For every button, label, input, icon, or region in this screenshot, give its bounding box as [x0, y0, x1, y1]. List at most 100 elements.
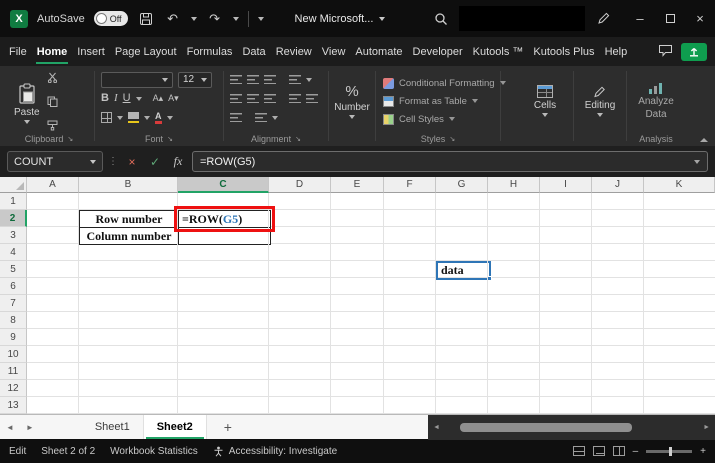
middle-align-icon[interactable]: [247, 75, 259, 84]
column-header[interactable]: D: [269, 177, 331, 193]
scroll-left-icon[interactable]: ◄: [433, 424, 440, 431]
menu-tab[interactable]: Data: [237, 37, 270, 66]
row-header[interactable]: 12: [0, 380, 27, 397]
sheet-tab[interactable]: Sheet2: [143, 415, 207, 439]
row-header[interactable]: 13: [0, 397, 27, 414]
row-header[interactable]: 5: [0, 261, 27, 278]
grid-canvas[interactable]: Row number =ROW(G5) Column number data: [27, 193, 715, 414]
align-center-icon[interactable]: [247, 94, 259, 103]
save-icon[interactable]: [137, 10, 155, 28]
autosave-toggle[interactable]: Off: [93, 11, 128, 26]
cut-icon[interactable]: [47, 70, 58, 88]
close-button[interactable]: ×: [685, 0, 715, 37]
zoom-in-button[interactable]: +: [700, 446, 706, 457]
borders-icon[interactable]: [101, 112, 112, 123]
cells-button[interactable]: Cells: [520, 82, 570, 120]
column-header[interactable]: H: [488, 177, 540, 193]
styles-dialog-launcher-icon[interactable]: ↘: [449, 135, 455, 143]
menu-tab[interactable]: View: [317, 37, 351, 66]
name-box[interactable]: COUNT: [7, 151, 103, 172]
row-header[interactable]: 10: [0, 346, 27, 363]
column-header[interactable]: K: [644, 177, 715, 193]
workbook-statistics-button[interactable]: Workbook Statistics: [110, 446, 198, 457]
style-button[interactable]: Conditional Formatting: [379, 74, 506, 92]
font-dialog-launcher-icon[interactable]: ↘: [167, 135, 173, 143]
redo-icon[interactable]: ↷: [206, 10, 224, 28]
grow-font-icon[interactable]: A▴: [153, 94, 164, 103]
editing-button[interactable]: Editing: [577, 82, 623, 120]
analyze-data-button[interactable]: Analyze Data: [630, 70, 682, 132]
merge-center-chevron-down-icon[interactable]: [272, 115, 278, 120]
pen-icon[interactable]: [594, 10, 612, 28]
cell-C2-formula[interactable]: =ROW(G5): [178, 210, 271, 228]
select-all-corner[interactable]: [0, 177, 27, 193]
document-title-area[interactable]: New Microsoft...: [295, 13, 386, 25]
column-header[interactable]: A: [27, 177, 79, 193]
menu-tab[interactable]: File: [4, 37, 32, 66]
italic-button[interactable]: I: [114, 93, 118, 104]
row-header[interactable]: 1: [0, 193, 27, 210]
collapse-ribbon-icon[interactable]: [700, 138, 708, 142]
zoom-slider-thumb[interactable]: [669, 446, 673, 456]
sheet-tab[interactable]: Sheet1: [82, 415, 144, 439]
previous-sheet-icon[interactable]: ◄: [0, 423, 20, 432]
decrease-indent-icon[interactable]: [289, 94, 301, 103]
search-icon[interactable]: [432, 10, 450, 28]
row-header[interactable]: 4: [0, 244, 27, 261]
number-format-button[interactable]: % Number: [332, 80, 372, 122]
menu-tab[interactable]: Home: [32, 37, 73, 66]
accessibility-status[interactable]: Accessibility: Investigate: [213, 446, 337, 457]
orientation-icon[interactable]: [289, 75, 301, 84]
cell-B3[interactable]: Column number: [79, 227, 179, 245]
column-header[interactable]: J: [592, 177, 644, 193]
redo-chevron-down-icon[interactable]: [232, 16, 239, 21]
cancel-button[interactable]: ×: [123, 153, 141, 171]
share-button[interactable]: [681, 42, 707, 61]
menu-tab[interactable]: Review: [271, 37, 317, 66]
comments-icon[interactable]: [658, 44, 673, 60]
fill-color-icon[interactable]: [128, 112, 139, 123]
menu-tab[interactable]: Insert: [72, 37, 110, 66]
menu-tab[interactable]: Formulas: [182, 37, 238, 66]
paste-button[interactable]: Paste: [7, 70, 47, 136]
font-name-combo[interactable]: [101, 71, 173, 88]
cell-B2[interactable]: Row number: [79, 210, 179, 228]
expand-formula-bar-icon[interactable]: [694, 159, 700, 164]
column-header[interactable]: B: [79, 177, 178, 193]
maximize-button[interactable]: [655, 0, 685, 37]
customize-quick-access-toolbar-icon[interactable]: [257, 16, 264, 21]
wrap-text-icon[interactable]: [230, 113, 242, 122]
zoom-out-button[interactable]: –: [633, 446, 639, 457]
align-left-icon[interactable]: [230, 94, 242, 103]
column-header[interactable]: I: [540, 177, 592, 193]
style-button[interactable]: Cell Styles: [379, 110, 497, 128]
align-right-icon[interactable]: [264, 94, 276, 103]
row-header[interactable]: 11: [0, 363, 27, 380]
add-sheet-button[interactable]: +: [219, 419, 237, 435]
underline-chevron-down-icon[interactable]: [135, 96, 142, 101]
column-header[interactable]: E: [331, 177, 384, 193]
shrink-font-icon[interactable]: A▾: [168, 94, 179, 103]
bold-button[interactable]: B: [101, 93, 109, 104]
row-header[interactable]: 8: [0, 312, 27, 329]
column-header[interactable]: F: [384, 177, 436, 193]
underline-button[interactable]: U: [123, 93, 131, 104]
excel-logo-icon[interactable]: X: [10, 9, 28, 28]
formula-input[interactable]: =ROW(G5): [192, 151, 708, 172]
enter-button[interactable]: ✓: [146, 153, 164, 171]
font-color-chevron-down-icon[interactable]: [166, 115, 173, 120]
undo-chevron-down-icon[interactable]: [190, 16, 197, 21]
zoom-slider[interactable]: [646, 446, 693, 456]
font-size-combo[interactable]: 12: [178, 71, 212, 88]
row-header[interactable]: 9: [0, 329, 27, 346]
menu-tab[interactable]: Developer: [408, 37, 468, 66]
undo-icon[interactable]: ↶: [164, 10, 182, 28]
merge-center-icon[interactable]: [255, 113, 267, 122]
alignment-dialog-launcher-icon[interactable]: ↘: [295, 135, 301, 143]
menu-tab[interactable]: Kutools ™: [468, 37, 529, 66]
horizontal-scrollbar[interactable]: ◄ ►: [428, 414, 715, 440]
clipboard-dialog-launcher-icon[interactable]: ↘: [67, 135, 73, 143]
menu-tab[interactable]: Automate: [350, 37, 407, 66]
menu-tab[interactable]: Page Layout: [110, 37, 182, 66]
cell-C3[interactable]: [178, 227, 271, 245]
